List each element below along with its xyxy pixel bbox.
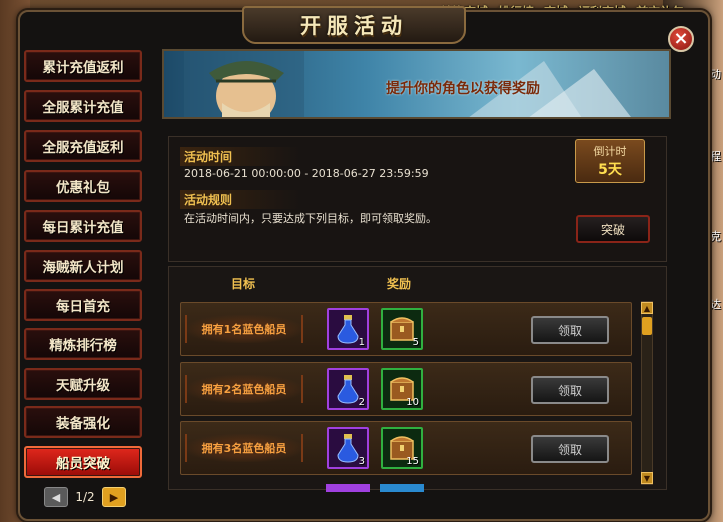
countdown-label: 倒计时 bbox=[593, 145, 627, 158]
menu-item-label: 全服累计充值 bbox=[42, 100, 124, 116]
countdown-value: 5天 bbox=[598, 162, 622, 178]
reward-row: 拥有3名蓝色船员 3 15 领取 bbox=[180, 421, 632, 475]
window-title-plate: 开服活动 bbox=[242, 6, 466, 44]
menu-item-label: 每日首充 bbox=[56, 299, 110, 315]
reward-count: 10 bbox=[406, 397, 419, 408]
reward-count: 1 bbox=[358, 337, 365, 348]
reward-row: 拥有1名蓝色船员 1 5 领取 bbox=[180, 302, 632, 356]
reward-count: 5 bbox=[412, 337, 419, 348]
menu-item-equipment-enhance[interactable]: 装备强化 bbox=[24, 406, 142, 438]
menu-item-cumulative-recharge-rebate[interactable]: 累计充值返利 bbox=[24, 50, 142, 82]
close-icon: × bbox=[673, 28, 689, 49]
rules-heading: 活动规则 bbox=[180, 190, 300, 209]
column-header-target: 目标 bbox=[231, 277, 256, 291]
close-button[interactable]: × bbox=[668, 26, 694, 52]
menu-item-label: 天赋升级 bbox=[56, 378, 110, 394]
reward-target: 拥有2名蓝色船员 bbox=[185, 375, 303, 403]
reward-row: 拥有2名蓝色船员 2 10 领取 bbox=[180, 362, 632, 416]
scroll-down-button[interactable]: ▼ bbox=[641, 472, 653, 484]
menu-pager: ◀ 1/2 ▶ bbox=[44, 486, 126, 508]
menu-item-daily-first-recharge[interactable]: 每日首充 bbox=[24, 289, 142, 321]
time-value: 2018-06-21 00:00:00 - 2018-06-27 23:59:5… bbox=[184, 167, 429, 180]
scroll-up-icon: ▲ bbox=[643, 303, 651, 313]
menu-item-talent-upgrade[interactable]: 天赋升级 bbox=[24, 368, 142, 400]
partial-reward-slot bbox=[380, 484, 424, 492]
menu-item-label: 海贼新人计划 bbox=[42, 260, 124, 276]
partial-reward-slot bbox=[326, 484, 370, 492]
breakthrough-button[interactable]: 突破 bbox=[576, 215, 650, 243]
reward-item-slot[interactable]: 5 bbox=[381, 308, 423, 350]
reward-count: 3 bbox=[358, 456, 365, 467]
menu-item-label: 船员突破 bbox=[56, 456, 110, 472]
reward-item-slot[interactable]: 3 bbox=[327, 427, 369, 469]
window-title: 开服活动 bbox=[300, 14, 408, 38]
chevron-right-icon: ▶ bbox=[109, 490, 119, 504]
menu-item-label: 精炼排行榜 bbox=[49, 338, 117, 354]
next-page-button[interactable]: ▶ bbox=[102, 487, 126, 507]
scroll-thumb[interactable] bbox=[642, 317, 652, 335]
scroll-down-icon: ▼ bbox=[643, 473, 651, 483]
reward-target-label: 拥有3名蓝色船员 bbox=[201, 442, 287, 455]
reward-target: 拥有1名蓝色船员 bbox=[185, 315, 303, 343]
rules-value: 在活动时间内，只要达成下列目标，即可领取奖励。 bbox=[184, 212, 437, 225]
menu-item-label: 累计充值返利 bbox=[42, 60, 124, 76]
menu-item-label: 每日累计充值 bbox=[42, 220, 124, 236]
countdown-badge: 倒计时 5天 bbox=[575, 139, 645, 183]
menu-item-label: 全服充值返利 bbox=[42, 140, 124, 156]
menu-item-daily-cumulative-recharge[interactable]: 每日累计充值 bbox=[24, 210, 142, 242]
scroll-up-button[interactable]: ▲ bbox=[641, 302, 653, 314]
prev-page-button[interactable]: ◀ bbox=[44, 487, 68, 507]
reward-target-label: 拥有1名蓝色船员 bbox=[201, 323, 287, 336]
claim-button[interactable]: 领取 bbox=[531, 316, 609, 344]
bg-right-label: 达 bbox=[710, 298, 721, 311]
menu-item-label: 优惠礼包 bbox=[56, 180, 110, 196]
reward-item-slot[interactable]: 1 bbox=[327, 308, 369, 350]
reward-item-slot[interactable]: 10 bbox=[381, 368, 423, 410]
activity-menu: 累计充值返利 全服累计充值 全服充值返利 优惠礼包 每日累计充值 海贼新人计划 … bbox=[24, 46, 146, 516]
menu-item-pirate-newbie-plan[interactable]: 海贼新人计划 bbox=[24, 250, 142, 282]
menu-item-refine-ranking[interactable]: 精炼排行榜 bbox=[24, 328, 142, 360]
reward-target-label: 拥有2名蓝色船员 bbox=[201, 383, 287, 396]
chevron-left-icon: ◀ bbox=[51, 490, 61, 504]
claim-button[interactable]: 领取 bbox=[531, 376, 609, 404]
menu-item-server-recharge-rebate[interactable]: 全服充值返利 bbox=[24, 130, 142, 162]
column-header-reward: 奖励 bbox=[387, 277, 412, 291]
reward-count: 2 bbox=[358, 397, 365, 408]
menu-item-discount-gift[interactable]: 优惠礼包 bbox=[24, 170, 142, 202]
page-indicator: 1/2 bbox=[75, 490, 95, 504]
time-heading: 活动时间 bbox=[180, 147, 300, 166]
menu-item-label: 装备强化 bbox=[56, 416, 110, 432]
reward-item-slot[interactable]: 15 bbox=[381, 427, 423, 469]
banner-text: 提升你的角色以获得奖励 bbox=[386, 81, 540, 97]
menu-item-crew-breakthrough[interactable]: 船员突破 bbox=[24, 446, 142, 478]
claim-button[interactable]: 领取 bbox=[531, 435, 609, 463]
reward-count: 15 bbox=[406, 456, 419, 467]
menu-item-server-cumulative-recharge[interactable]: 全服累计充值 bbox=[24, 90, 142, 122]
reward-item-slot[interactable]: 2 bbox=[327, 368, 369, 410]
reward-target: 拥有3名蓝色船员 bbox=[185, 434, 303, 462]
activity-banner: 提升你的角色以获得奖励 bbox=[162, 49, 671, 119]
